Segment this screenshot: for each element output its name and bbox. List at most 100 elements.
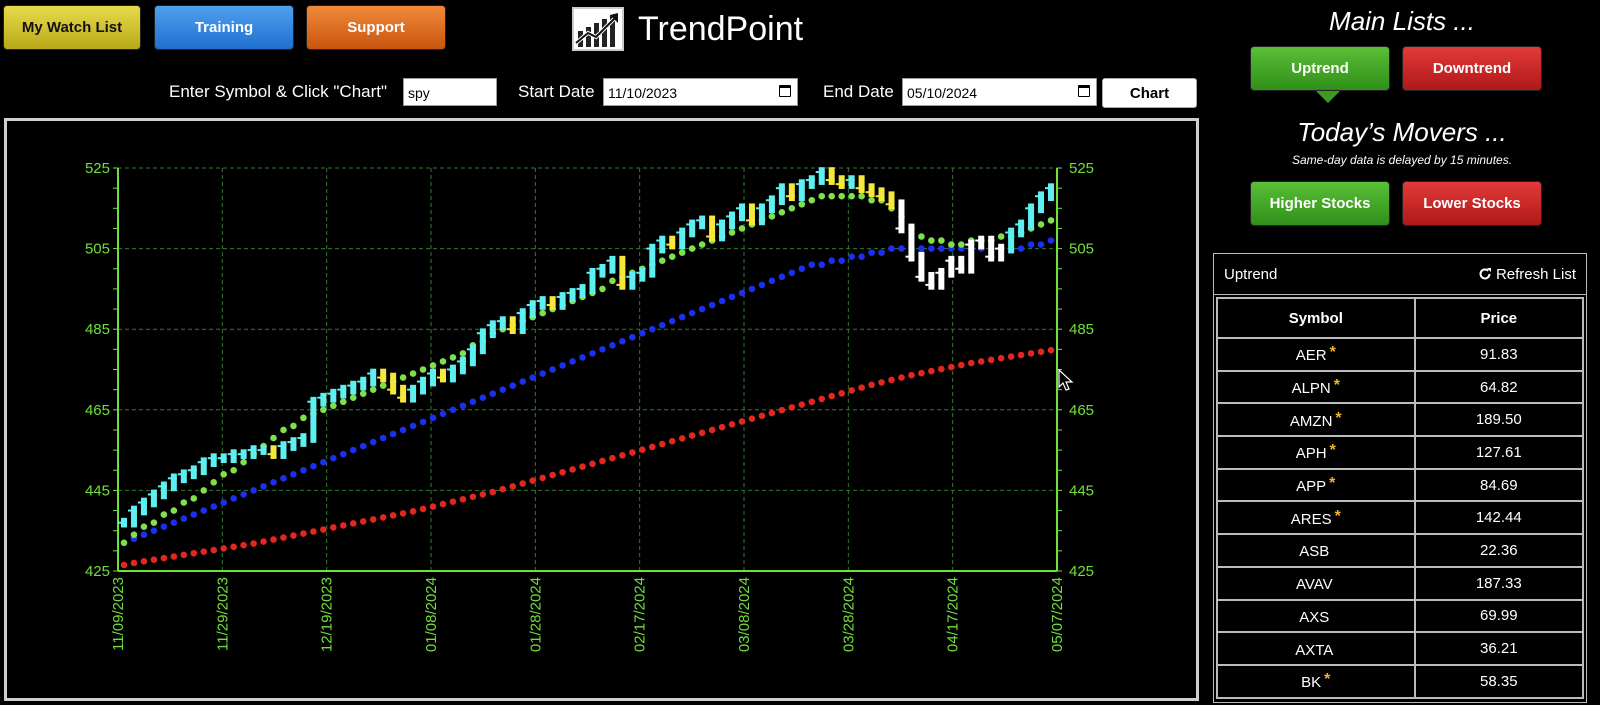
symbol-cell[interactable]: AXS: [1216, 598, 1416, 634]
price-bar: [190, 465, 197, 480]
refresh-icon: [1479, 268, 1491, 280]
table-row[interactable]: ALPN * 64.82: [1216, 369, 1585, 405]
symbol-column-header[interactable]: Symbol: [1216, 297, 1416, 339]
uptrend-button[interactable]: Uptrend: [1250, 46, 1390, 91]
price-bar: [719, 219, 726, 242]
ma_mid-point: [888, 245, 895, 252]
symbol-cell[interactable]: ASB: [1216, 533, 1416, 568]
ma_fast-point: [808, 196, 816, 204]
x-tick-label: 01/28/2024: [527, 577, 544, 652]
lower-stocks-button[interactable]: Lower Stocks: [1402, 181, 1542, 226]
price-column-header[interactable]: Price: [1413, 297, 1585, 339]
symbol-cell[interactable]: AVAV: [1216, 565, 1416, 601]
support-button[interactable]: Support: [306, 5, 446, 50]
ma_slow-point: [579, 463, 586, 470]
symbol-cell[interactable]: AMZN *: [1216, 402, 1416, 438]
price-bar: [629, 271, 636, 290]
price-bar: [270, 445, 277, 459]
table-row[interactable]: AXTA 36.21: [1216, 631, 1585, 666]
ma_fast-point: [828, 192, 836, 200]
table-row[interactable]: APH * 127.61: [1216, 435, 1585, 470]
ma_slow-point: [1017, 351, 1025, 359]
ma_fast-point: [220, 470, 227, 478]
symbol-cell[interactable]: ARES *: [1216, 500, 1416, 536]
ma_slow-point: [210, 546, 218, 554]
ma_fast-point: [449, 354, 457, 361]
ma_slow-point: [320, 526, 327, 533]
price-cell: 64.82: [1413, 369, 1585, 405]
ma_slow-point: [928, 367, 935, 375]
table-row[interactable]: AMZN * 189.50: [1216, 402, 1585, 438]
symbol-cell[interactable]: APP *: [1216, 467, 1416, 503]
price-bar: [639, 267, 646, 282]
price-bar: [489, 320, 496, 339]
price-bar: [539, 296, 546, 310]
symbol-input[interactable]: spy: [403, 78, 497, 106]
price-bar: [818, 167, 825, 185]
end-date-input[interactable]: 05/10/2024: [902, 78, 1097, 106]
symbol-cell[interactable]: BK *: [1216, 663, 1416, 699]
symbol-cell[interactable]: AER *: [1216, 337, 1416, 372]
price-bar: [180, 469, 187, 484]
symbol-cell[interactable]: APH *: [1216, 435, 1416, 470]
table-row[interactable]: ARES * 142.44: [1216, 500, 1585, 536]
ma_mid-point: [160, 523, 168, 530]
ma_mid-point: [419, 418, 427, 426]
training-button[interactable]: Training: [154, 5, 294, 50]
ma_mid-point: [519, 378, 527, 385]
ma_slow-point: [987, 356, 995, 364]
ma_slow-point: [738, 418, 746, 425]
chart-button[interactable]: Chart: [1102, 78, 1197, 108]
table-row[interactable]: APP * 84.69: [1216, 467, 1585, 503]
ma_mid-point: [429, 414, 437, 422]
brand-logo[interactable]: TrendPoint: [572, 7, 803, 51]
start-date-input[interactable]: 11/10/2023: [603, 78, 798, 106]
x-tick-label: 12/19/2023: [319, 577, 336, 652]
price-bar: [509, 316, 516, 335]
symbol-text: AER: [1295, 347, 1327, 365]
ma_fast-point: [997, 233, 1005, 240]
table-row[interactable]: AER * 91.83: [1216, 337, 1585, 372]
price-cell: 84.69: [1413, 467, 1585, 503]
ma_mid-point: [858, 253, 865, 260]
ma_mid-point: [140, 531, 148, 539]
price-bar: [230, 449, 237, 463]
ma_mid-point: [339, 450, 347, 458]
higher-stocks-button[interactable]: Higher Stocks: [1250, 181, 1390, 226]
y-tick-label: 465: [85, 402, 110, 419]
table-row[interactable]: BK * 58.35: [1216, 663, 1585, 699]
ma_mid-point: [449, 406, 457, 414]
symbol-text: APP: [1296, 478, 1327, 496]
ma_slow-point: [180, 551, 188, 559]
price-chart[interactable]: 425 425 445 445 465 465 485 485 505 505 525 525 11/0…: [4, 118, 1199, 701]
price-cell: 142.44: [1413, 500, 1585, 536]
table-row[interactable]: AXS 69.99: [1216, 598, 1585, 634]
ma_mid-point: [778, 273, 786, 281]
calendar-icon[interactable]: [1078, 85, 1090, 97]
panel-header: Uptrend Refresh List: [1214, 254, 1586, 295]
symbol-label: Enter Symbol & Click "Chart": [169, 82, 388, 101]
downtrend-button[interactable]: Downtrend: [1402, 46, 1542, 91]
ma_slow-point: [200, 548, 208, 555]
ma_mid-point: [718, 297, 726, 305]
price-bar: [400, 384, 407, 403]
symbol-cell[interactable]: ALPN *: [1216, 369, 1416, 405]
table-row[interactable]: ASB 22.36: [1216, 533, 1585, 568]
ma_mid-point: [290, 470, 297, 478]
ma_fast-point: [788, 205, 796, 212]
symbol-cell[interactable]: AXTA: [1216, 631, 1416, 666]
refresh-label: Refresh List: [1495, 265, 1576, 283]
my-watch-list-button[interactable]: My Watch List: [3, 5, 141, 50]
ma_fast-point: [230, 466, 237, 474]
table-row[interactable]: AVAV 187.33: [1216, 565, 1585, 601]
calendar-icon[interactable]: [779, 85, 791, 97]
refresh-list-button[interactable]: Refresh List: [1478, 266, 1576, 283]
start-date-value: 11/10/2023: [608, 85, 678, 101]
ma_slow-point: [848, 387, 855, 394]
price-bar: [958, 255, 965, 274]
star-icon: *: [1335, 409, 1342, 427]
ma_mid-point: [708, 301, 716, 309]
price-bar: [928, 271, 935, 290]
ma_fast-point: [698, 241, 706, 248]
price-bar: [758, 203, 765, 226]
